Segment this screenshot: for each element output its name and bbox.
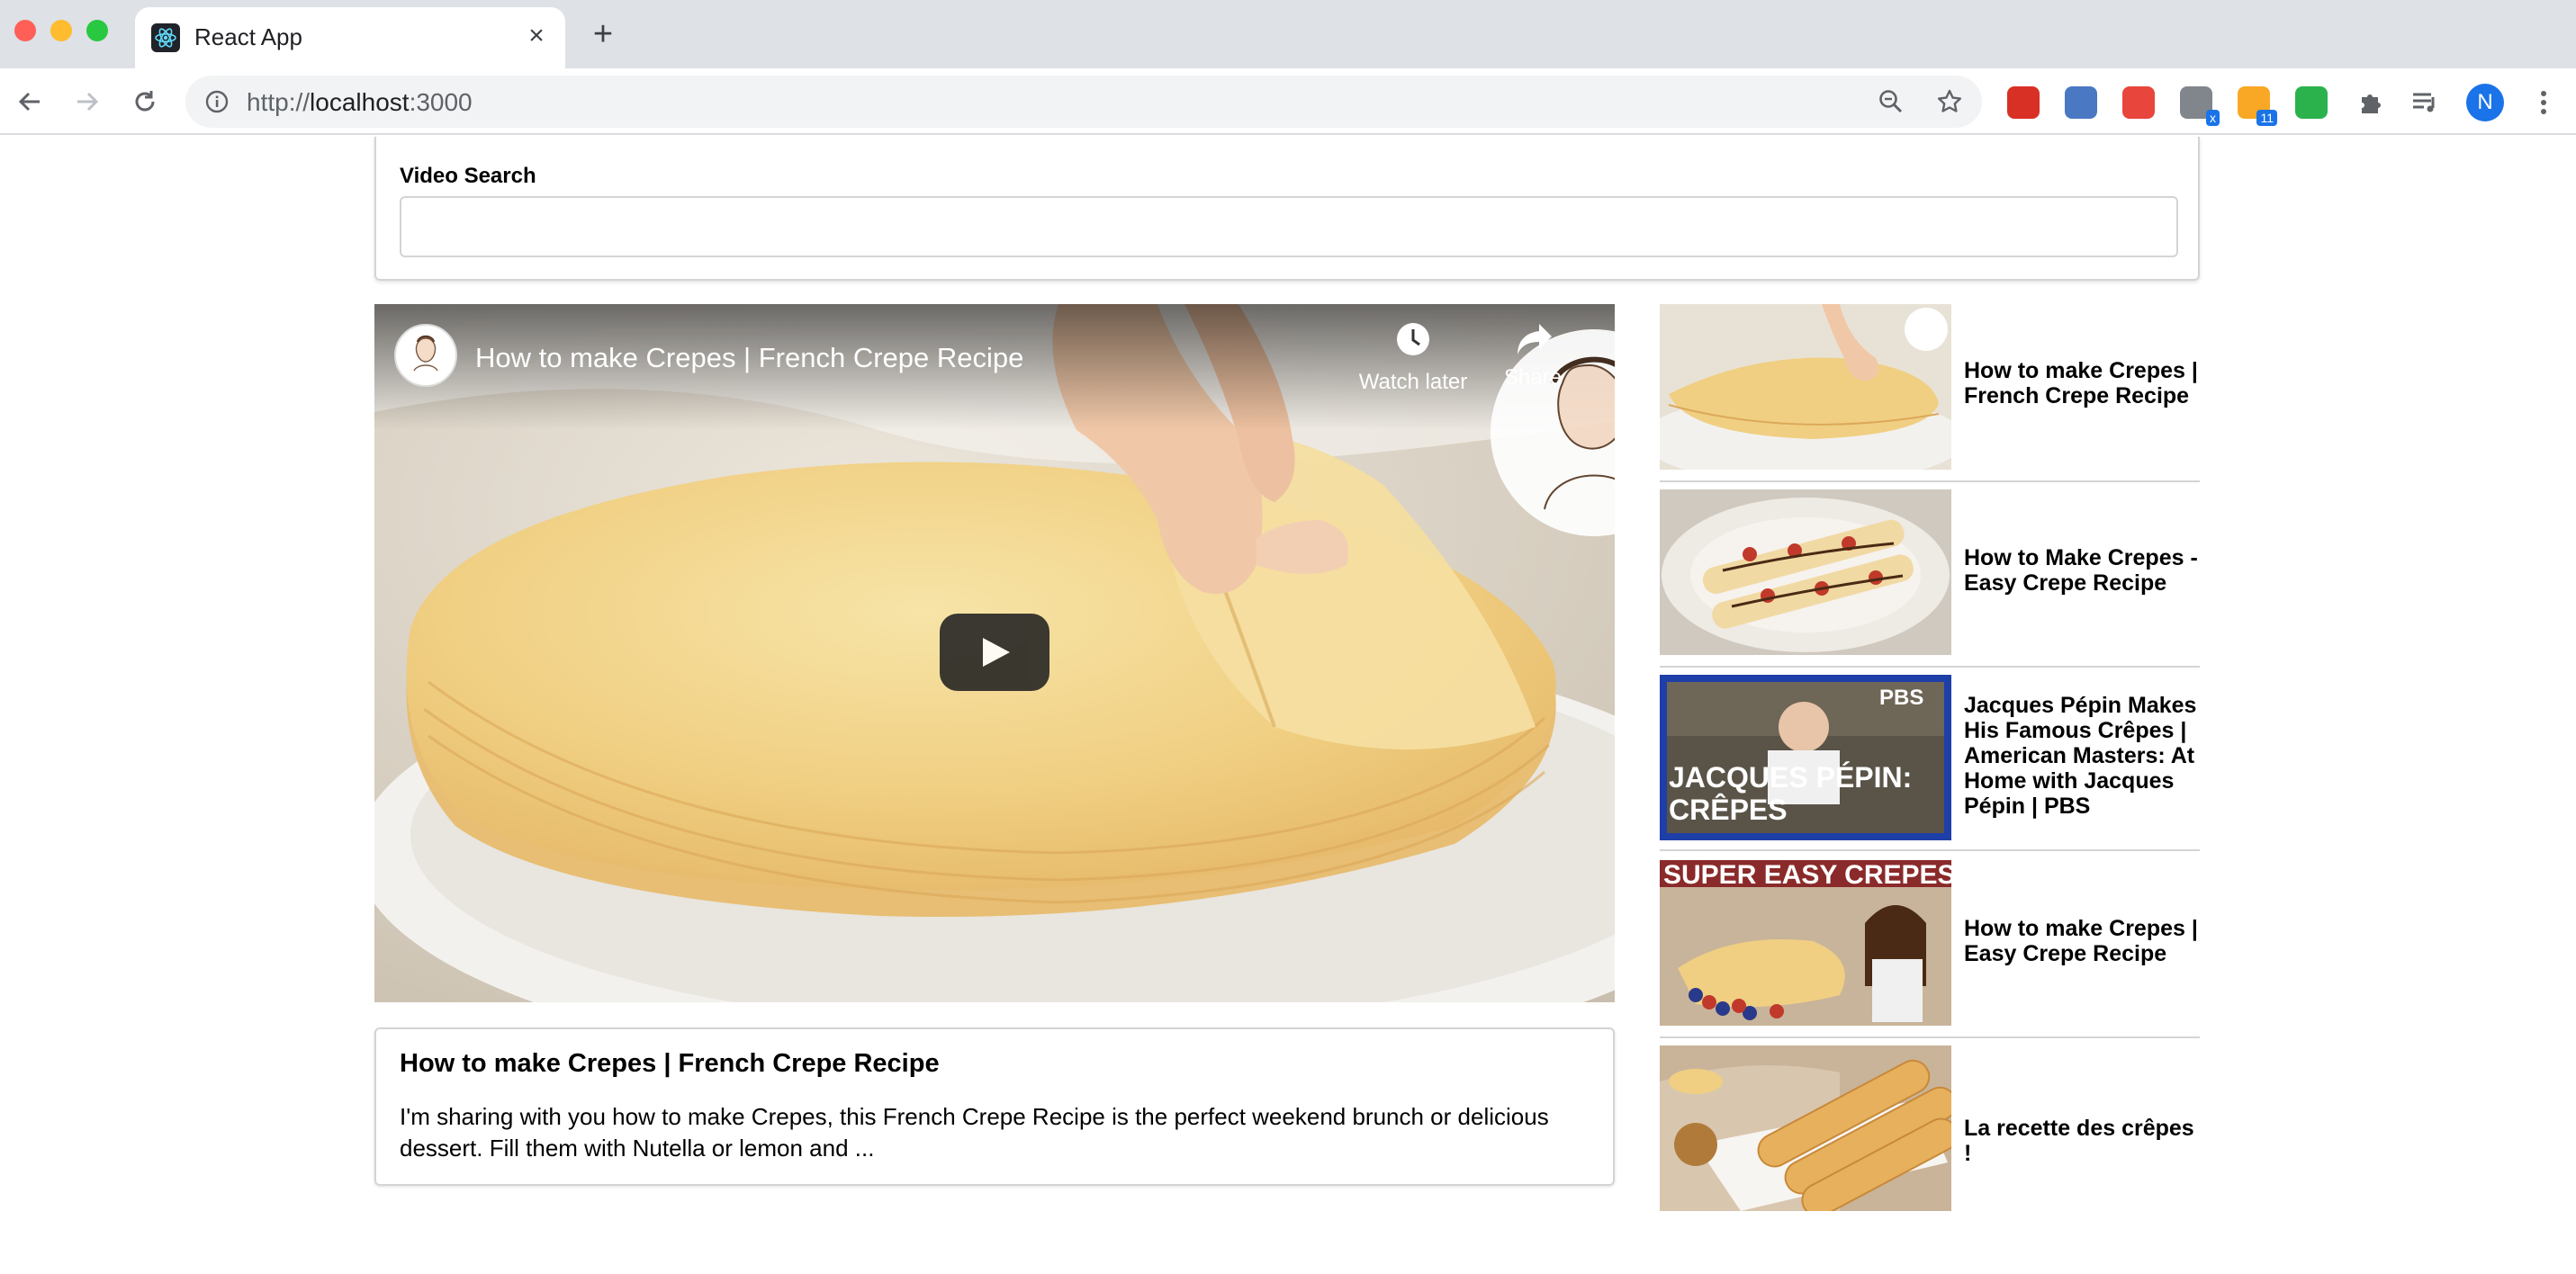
bookmark-star-icon[interactable]: [1936, 88, 1963, 115]
info-icon[interactable]: [205, 90, 229, 113]
divider: [1660, 666, 2200, 668]
chef-illustration-icon: [1544, 356, 1615, 510]
video-list-title[interactable]: How to Make Crepes - Easy Crepe Recipe: [1964, 545, 2200, 596]
watch-later-button[interactable]: Watch later: [1350, 320, 1476, 395]
maximize-window-button[interactable]: [86, 20, 108, 41]
video-player[interactable]: How to make Crepes | French Crepe Recipe…: [374, 304, 1615, 1002]
tab-title: React App: [194, 23, 302, 50]
rolled-crepes-thumbnail-icon: [1660, 1045, 1951, 1211]
divider: [1660, 1036, 2200, 1038]
reload-icon: [135, 91, 155, 112]
pbs-badge: PBS: [1879, 686, 1924, 710]
divider: [1660, 480, 2200, 482]
browser-tab[interactable]: React App ×: [135, 7, 565, 68]
video-search-input[interactable]: [400, 196, 2178, 257]
zoom-icon[interactable]: [1878, 88, 1905, 115]
video-detail-title: How to make Crepes | French Crepe Recipe: [400, 1049, 940, 1078]
video-thumbnail[interactable]: [1660, 1045, 1951, 1211]
extension-badge: 11: [2256, 110, 2277, 126]
crepes-strawberries-thumbnail-icon: [1660, 489, 1951, 655]
video-list-item[interactable]: SUPER EASY CREPES How to make Crepes | E…: [1660, 860, 2200, 1038]
media-control-icon[interactable]: [2409, 86, 2441, 119]
player-video-title[interactable]: How to make Crepes | French Crepe Recipe: [475, 342, 1023, 374]
thumbnail-caption: SUPER EASY CREPES: [1663, 860, 1951, 890]
channel-avatar[interactable]: [394, 324, 457, 387]
video-list-item[interactable]: How to Make Crepes - Easy Crepe Recipe: [1660, 489, 2200, 668]
arrow-left-icon: [18, 92, 40, 112]
more-menu-icon[interactable]: [2527, 86, 2560, 119]
extension-badge: x: [2206, 110, 2220, 126]
video-list-title[interactable]: How to make Crepes | French Crepe Recipe: [1964, 358, 2200, 408]
privacy-extension-icon[interactable]: [2065, 86, 2097, 119]
address-bar[interactable]: http://localhost:3000: [185, 76, 1982, 128]
video-list-title[interactable]: La recette des crêpes !: [1964, 1116, 2200, 1166]
divider: [1660, 849, 2200, 851]
back-button[interactable]: [13, 85, 47, 119]
reload-button[interactable]: [128, 85, 162, 119]
video-thumbnail[interactable]: [1660, 304, 1951, 470]
video-list-item[interactable]: How to make Crepes | French Crepe Recipe: [1660, 304, 2200, 482]
profile-avatar[interactable]: N: [2466, 84, 2504, 121]
network-extension-icon[interactable]: [2122, 86, 2155, 119]
video-detail-description: I'm sharing with you how to make Crepes,…: [400, 1103, 1549, 1162]
thumbnail-caption: JACQUES PÉPIN: CRÊPES: [1669, 761, 1913, 826]
cookie-extension-icon[interactable]: [2007, 86, 2040, 119]
video-detail-card: How to make Crepes | French Crepe Recipe…: [374, 1027, 1615, 1186]
browser-toolbar: http://localhost:3000 N x 11: [0, 68, 2576, 135]
timer-extension-icon[interactable]: x: [2180, 86, 2220, 126]
play-button[interactable]: [940, 614, 1049, 691]
browser-tab-bar: React App × +: [0, 0, 2576, 68]
crepe-stack-thumbnail-icon: [1660, 304, 1951, 470]
extensions-puzzle-icon[interactable]: [2355, 86, 2387, 119]
forward-button[interactable]: [70, 85, 104, 119]
share-icon: [1518, 324, 1552, 354]
channel-illustration-icon: [413, 335, 438, 372]
url-text[interactable]: http://localhost:3000: [247, 88, 473, 117]
new-tab-button[interactable]: +: [585, 16, 621, 52]
watch-later-label: Watch later: [1358, 370, 1468, 394]
video-thumbnail[interactable]: SUPER EASY CREPES: [1660, 860, 1951, 1026]
arrow-right-icon: [77, 92, 99, 112]
close-window-button[interactable]: [14, 20, 36, 41]
play-icon: [983, 638, 1010, 667]
share-label: Share: [1503, 365, 1563, 390]
react-logo-icon: [151, 23, 180, 52]
video-thumbnail[interactable]: PBS JACQUES PÉPIN: CRÊPES: [1660, 675, 1951, 840]
video-thumbnail[interactable]: [1660, 489, 1951, 655]
rss-extension-icon[interactable]: 11: [2238, 86, 2277, 126]
search-bar-card: Video Search: [374, 137, 2200, 281]
minimize-window-button[interactable]: [50, 20, 72, 41]
video-list-item[interactable]: La recette des crêpes !: [1660, 1045, 2200, 1213]
share-button[interactable]: Share: [1465, 320, 1615, 536]
channel-watermark: [1491, 329, 1615, 536]
clock-icon: [1397, 323, 1429, 355]
feedly-extension-icon[interactable]: [2295, 86, 2328, 119]
video-list-title[interactable]: How to make Crepes | Easy Crepe Recipe: [1964, 916, 2200, 966]
video-list-title[interactable]: Jacques Pépin Makes His Famous Crêpes | …: [1964, 693, 2200, 819]
close-tab-icon[interactable]: ×: [520, 20, 553, 52]
video-list-item[interactable]: PBS JACQUES PÉPIN: CRÊPES Jacques Pépin …: [1660, 675, 2200, 851]
search-label: Video Search: [400, 164, 536, 188]
